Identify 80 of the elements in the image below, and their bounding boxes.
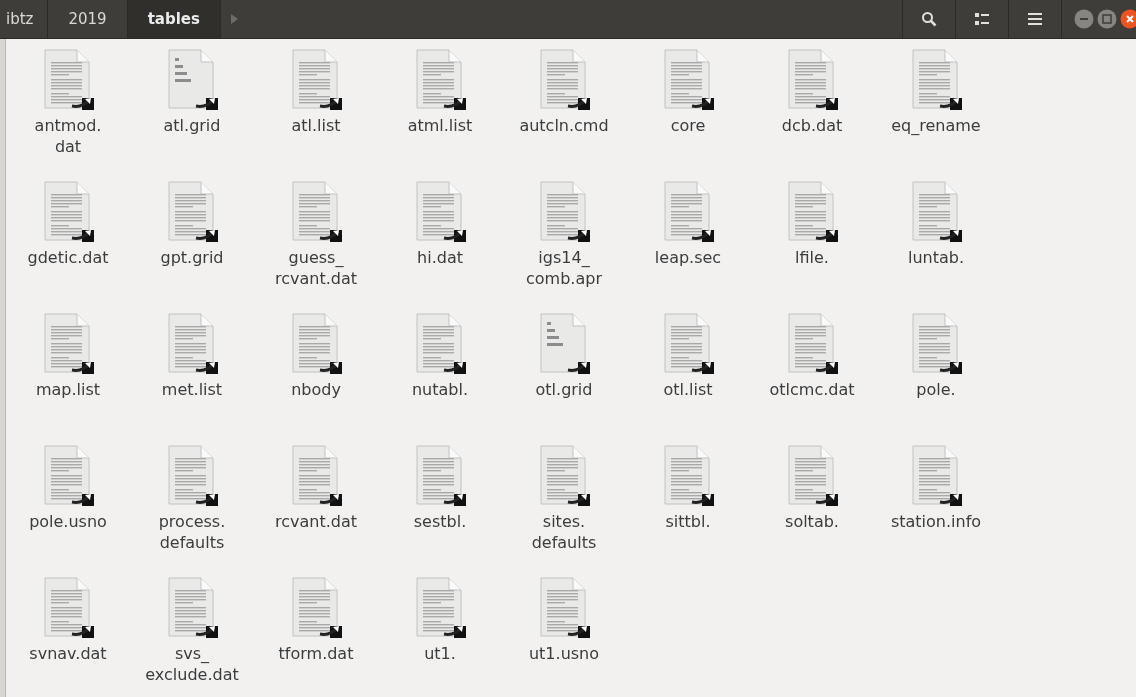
text-file-icon: [166, 576, 218, 638]
file-name[interactable]: hi.dat: [417, 247, 463, 268]
text-file-icon: [414, 180, 466, 242]
file-name[interactable]: map.list: [35, 379, 101, 400]
text-file-icon: [910, 312, 962, 374]
text-file-icon: [910, 180, 962, 242]
text-file-icon: [166, 444, 218, 506]
text-file-icon: [42, 312, 94, 374]
file-name[interactable]: gpt.grid: [160, 247, 224, 268]
file-name[interactable]: dcb.dat: [781, 115, 843, 136]
text-file-icon: [662, 444, 714, 506]
file-name[interactable]: process. defaults: [158, 511, 226, 553]
file-name[interactable]: rcvant.dat: [275, 511, 357, 532]
file-name[interactable]: nutabl.: [411, 379, 468, 400]
text-file-icon: [290, 312, 342, 374]
text-file-icon: [786, 444, 838, 506]
file-name[interactable]: met.list: [161, 379, 223, 400]
file-name[interactable]: otlcmc.dat: [769, 379, 855, 400]
file-name[interactable]: atl.grid: [163, 115, 221, 136]
text-file-icon: [290, 180, 342, 242]
file-name[interactable]: otl.list: [663, 379, 713, 400]
text-file-icon: [538, 180, 590, 242]
file-name[interactable]: sites. defaults: [531, 511, 597, 553]
file-name[interactable]: luntab.: [907, 247, 964, 268]
path-button[interactable]: tables: [127, 0, 221, 38]
file-name[interactable]: tform.dat: [278, 643, 354, 664]
file-name[interactable]: core: [670, 115, 706, 136]
file-name[interactable]: atl.list: [291, 115, 341, 136]
text-file-icon: [662, 312, 714, 374]
text-file-icon: [786, 48, 838, 110]
text-file-icon: [910, 48, 962, 110]
file-name[interactable]: eq_rename: [891, 115, 981, 136]
file-name[interactable]: sestbl.: [413, 511, 467, 532]
text-file-icon: [414, 48, 466, 110]
text-file-icon: [42, 48, 94, 110]
file-name[interactable]: leap.sec: [654, 247, 722, 268]
text-file-icon: [290, 576, 342, 638]
text-file-icon: [42, 576, 94, 638]
file-name[interactable]: ut1.usno: [528, 643, 600, 664]
text-file-icon: [42, 444, 94, 506]
text-file-icon: [538, 444, 590, 506]
close-icon[interactable]: [1120, 9, 1136, 29]
file-name[interactable]: autcln.cmd: [519, 115, 609, 136]
text-file-icon: [42, 180, 94, 242]
file-name[interactable]: sittbl.: [665, 511, 711, 532]
file-name[interactable]: antmod. dat: [34, 115, 102, 157]
file-name[interactable]: atml.list: [407, 115, 473, 136]
text-file-icon: [414, 444, 466, 506]
text-file-icon: [538, 48, 590, 110]
file-name[interactable]: guess_ rcvant.dat: [275, 247, 357, 289]
text-file-icon: [166, 312, 218, 374]
text-file-icon: [662, 48, 714, 110]
file-name[interactable]: otl.grid: [535, 379, 593, 400]
text-file-icon: [290, 444, 342, 506]
text-file-icon: [290, 48, 342, 110]
file-name[interactable]: ut1.: [424, 643, 456, 664]
file-name[interactable]: lfile.: [795, 247, 829, 268]
file-name[interactable]: nbody: [291, 379, 341, 400]
text-file-icon: [166, 180, 218, 242]
file-name[interactable]: gdetic.dat: [27, 247, 109, 268]
menu-icon[interactable]: [1028, 13, 1042, 25]
text-file-icon: [786, 180, 838, 242]
text-file-icon: [786, 312, 838, 374]
binary-file-icon: [166, 48, 218, 110]
text-file-icon: [414, 312, 466, 374]
text-file-icon: [538, 576, 590, 638]
binary-file-icon: [538, 312, 590, 374]
file-name[interactable]: soltab.: [785, 511, 839, 532]
text-file-icon: [414, 576, 466, 638]
file-name[interactable]: pole.usno: [29, 511, 107, 532]
file-name[interactable]: svnav.dat: [29, 643, 107, 664]
text-file-icon: [910, 444, 962, 506]
search-icon[interactable]: [921, 11, 937, 27]
file-name[interactable]: svs_ exclude.dat: [145, 643, 239, 685]
text-file-icon: [662, 180, 714, 242]
file-name[interactable]: igs14_ comb.apr: [526, 247, 602, 289]
file-name[interactable]: pole.: [916, 379, 956, 400]
minimize-icon[interactable]: [1074, 9, 1094, 29]
file-name[interactable]: station.info: [890, 511, 982, 532]
list-view-icon[interactable]: [975, 13, 989, 25]
